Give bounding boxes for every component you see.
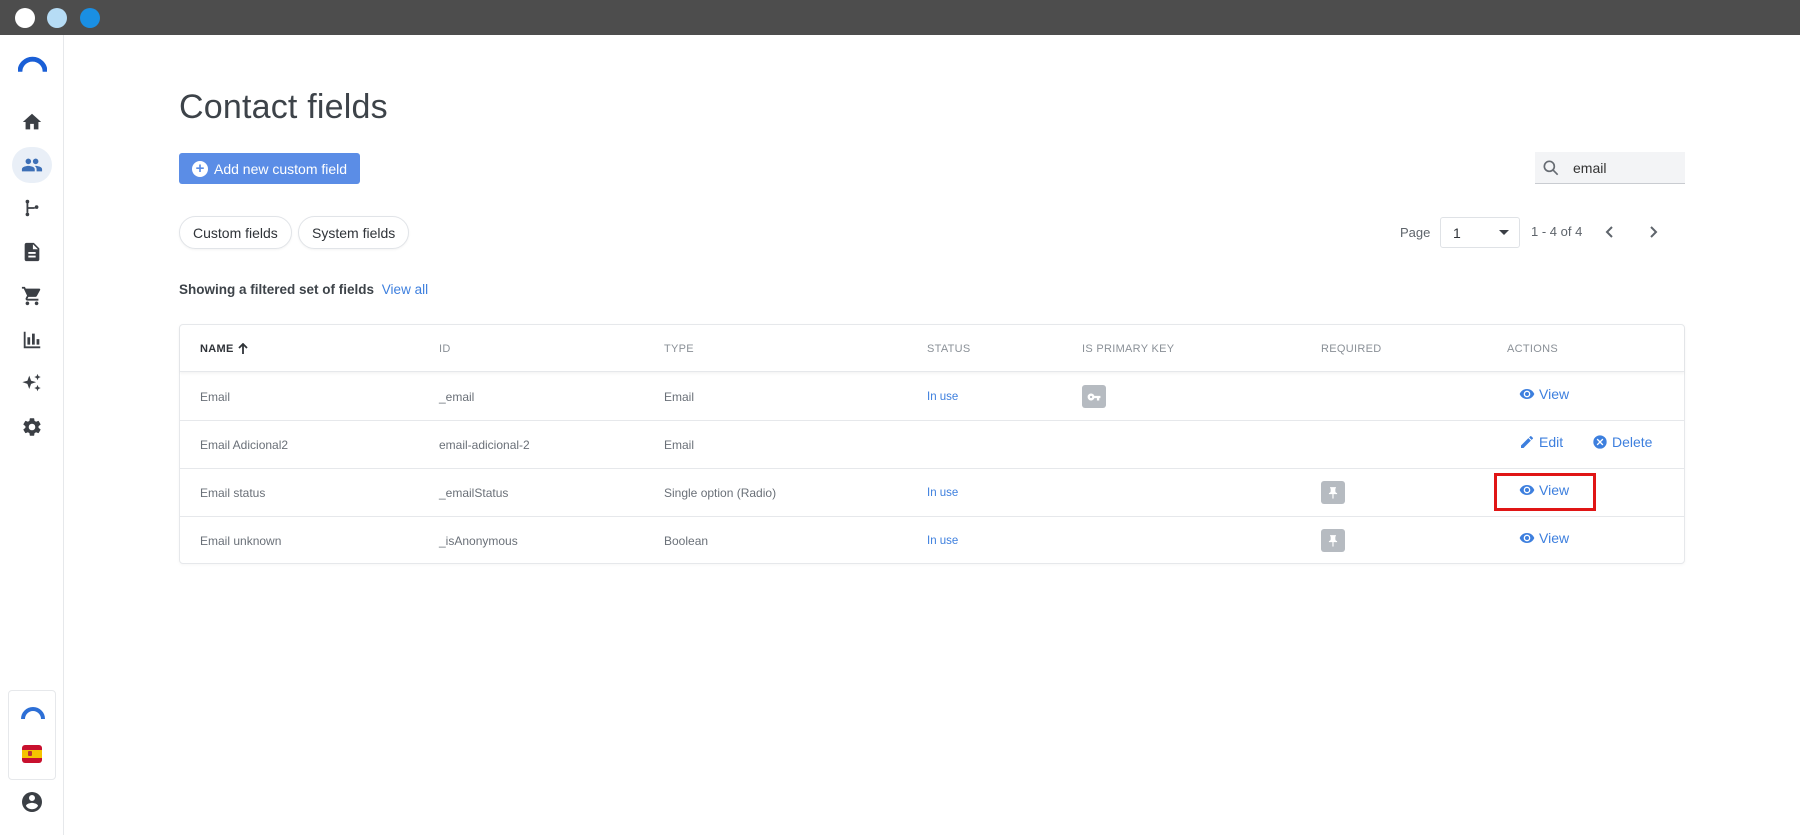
page-title: Contact fields	[179, 88, 388, 126]
cell-name: Email	[200, 390, 231, 404]
edit-button[interactable]: Edit	[1519, 434, 1563, 450]
filter-note: Showing a filtered set of fields View al…	[179, 282, 428, 297]
cart-icon	[21, 286, 41, 306]
view-button-label: View	[1539, 530, 1570, 546]
add-custom-field-label: Add new custom field	[214, 160, 348, 177]
tab-custom-fields[interactable]: Custom fields	[179, 216, 292, 249]
search-input[interactable]	[1573, 159, 1673, 176]
cell-status: In use	[927, 391, 959, 403]
required-badge	[1321, 481, 1345, 504]
add-custom-field-button[interactable]: + Add new custom field	[179, 153, 361, 184]
chevron-right-icon	[1650, 226, 1658, 238]
brand-logo-icon[interactable]	[18, 55, 47, 73]
page-select[interactable]: 1	[1440, 217, 1520, 248]
eye-icon	[1519, 533, 1535, 543]
caret-down-icon	[1499, 230, 1509, 235]
spain-flag-icon[interactable]	[22, 745, 42, 763]
pager-label: Page	[1400, 225, 1431, 240]
column-header-actions: ACTIONS	[1507, 343, 1558, 355]
cell-type: Boolean	[664, 534, 709, 548]
window-titlebar	[0, 0, 1800, 35]
table-row: Email status _emailStatus Single option …	[180, 469, 1684, 517]
search-box[interactable]	[1535, 152, 1685, 184]
sidebar-item-reports[interactable]	[12, 322, 52, 358]
view-button[interactable]: View	[1519, 530, 1569, 546]
column-header-status: STATUS	[927, 343, 971, 355]
people-icon	[21, 158, 43, 172]
column-header-id: ID	[439, 343, 451, 355]
chevron-left-icon	[1605, 226, 1613, 238]
sidebar-item-automations[interactable]	[12, 190, 52, 226]
cell-id: _emailStatus	[439, 486, 509, 500]
table-row: Email unknown _isAnonymous Boolean In us…	[180, 517, 1684, 565]
fields-table: NAME ID TYPE STATUS IS PRIMARY KEY REQUI…	[179, 324, 1685, 564]
sidebar-item-settings[interactable]	[12, 409, 52, 445]
cell-type: Email	[664, 390, 695, 404]
sidebar-item-contacts[interactable]	[12, 147, 52, 183]
cell-status: In use	[927, 535, 959, 547]
previous-page-button[interactable]	[1600, 222, 1620, 242]
column-header-name[interactable]: NAME	[200, 343, 249, 355]
filter-note-text: Showing a filtered set of fields	[179, 282, 375, 297]
table-header: NAME ID TYPE STATUS IS PRIMARY KEY REQUI…	[180, 325, 1684, 372]
view-button[interactable]: View	[1519, 482, 1569, 498]
cell-type: Email	[664, 438, 695, 452]
view-button-label: View	[1539, 482, 1570, 498]
sort-ascending-icon	[237, 343, 248, 354]
user-avatar-icon	[22, 792, 42, 812]
eye-icon	[1519, 389, 1535, 399]
edit-button-label: Edit	[1539, 434, 1564, 450]
delete-button-label: Delete	[1612, 434, 1653, 450]
required-badge	[1321, 529, 1345, 552]
sidebar-item-home[interactable]	[12, 104, 52, 140]
pager-range: 1 - 4 of 4	[1531, 224, 1583, 239]
column-header-name-label: NAME	[200, 343, 234, 355]
close-circle-icon	[1593, 435, 1607, 449]
window-maximize-dot[interactable]	[80, 8, 100, 28]
bar-chart-icon	[23, 331, 41, 349]
page-select-value: 1	[1453, 224, 1461, 241]
view-button-label: View	[1539, 386, 1570, 402]
cell-status: In use	[927, 487, 959, 499]
table-row: Email Adicional2 email-adicional-2 Email…	[180, 421, 1684, 469]
user-profile-button[interactable]	[18, 788, 46, 816]
branch-icon	[25, 199, 39, 217]
cell-name: Email unknown	[200, 534, 282, 548]
cell-id: email-adicional-2	[439, 438, 530, 452]
column-header-type: TYPE	[664, 343, 694, 355]
window-minimize-dot[interactable]	[47, 8, 67, 28]
delete-button[interactable]: Delete	[1592, 434, 1652, 450]
gear-icon	[23, 418, 41, 436]
view-all-link[interactable]: View all	[382, 282, 428, 297]
sidebar-item-ecommerce[interactable]	[12, 278, 52, 314]
cell-id: _isAnonymous	[439, 534, 518, 548]
cell-name: Email status	[200, 486, 266, 500]
sidebar	[0, 35, 64, 835]
pencil-icon	[1521, 435, 1534, 448]
pin-icon	[1328, 534, 1338, 547]
plus-circle-icon: +	[192, 160, 208, 177]
window-close-dot[interactable]	[15, 8, 35, 28]
next-page-button[interactable]	[1643, 222, 1663, 242]
sidebar-item-ai[interactable]	[12, 365, 52, 401]
tab-system-fields[interactable]: System fields	[298, 216, 410, 249]
company-logo-icon	[21, 707, 45, 720]
primary-key-badge	[1082, 385, 1106, 408]
sidebar-item-documents[interactable]	[12, 234, 52, 270]
column-header-required: REQUIRED	[1321, 343, 1382, 355]
view-button[interactable]: View	[1519, 386, 1569, 402]
document-icon	[24, 242, 40, 262]
table-row: Email _email Email In use View	[180, 373, 1684, 421]
home-icon	[22, 113, 42, 130]
cell-name: Email Adicional2	[200, 438, 289, 452]
cell-id: _email	[439, 390, 475, 404]
eye-icon	[1519, 485, 1535, 495]
column-header-primary-key: IS PRIMARY KEY	[1082, 343, 1175, 355]
cell-type: Single option (Radio)	[664, 486, 777, 500]
key-icon	[1087, 393, 1101, 400]
account-switcher[interactable]	[8, 690, 56, 780]
search-icon	[1543, 160, 1559, 175]
sparkle-icon	[22, 373, 41, 392]
pin-icon	[1328, 486, 1338, 499]
